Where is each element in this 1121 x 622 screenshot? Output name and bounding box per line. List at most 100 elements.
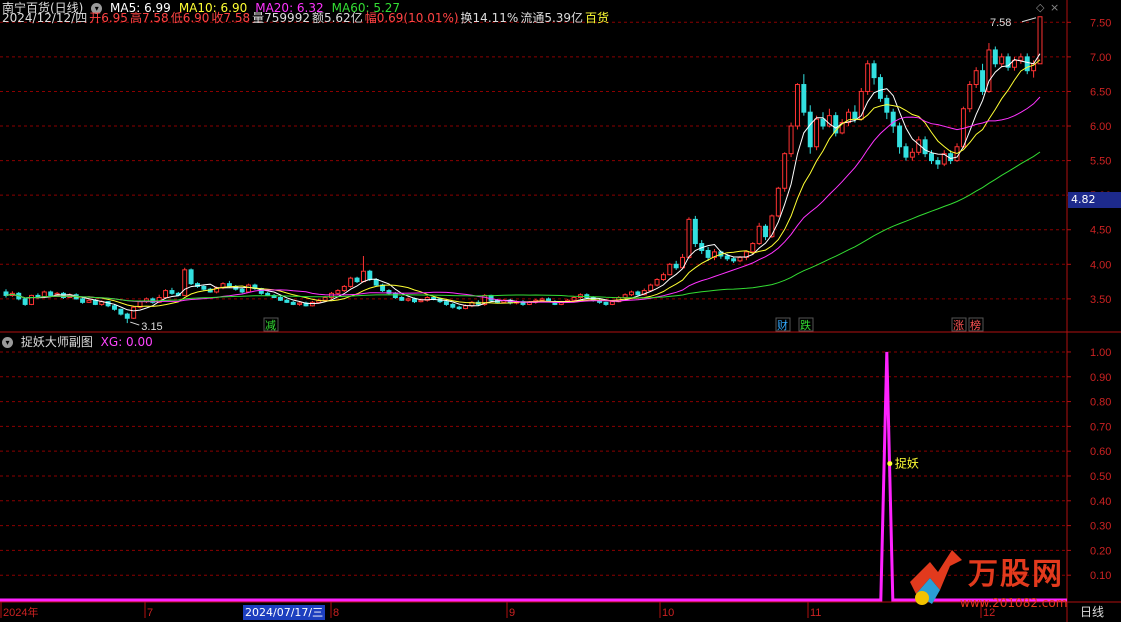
y-tick-label: 0.90 <box>1090 372 1111 384</box>
candle-down <box>22 298 28 305</box>
candlestick-series <box>3 16 1043 324</box>
candle-down <box>903 146 909 158</box>
candle-down <box>277 297 283 301</box>
candle-down <box>877 77 883 99</box>
candle-up <box>788 125 794 155</box>
candle-up <box>182 269 188 296</box>
candle-up <box>622 294 628 299</box>
quote-field: 高7.58 <box>129 11 169 25</box>
moving-average-lines <box>5 53 1041 312</box>
y-tick-label: 3.50 <box>1090 294 1111 306</box>
candle-down <box>367 270 373 281</box>
candle-down <box>169 290 175 294</box>
candle-up <box>341 285 347 292</box>
ma20-line <box>5 96 1041 304</box>
candle-down <box>290 301 296 305</box>
candle-down <box>239 288 245 293</box>
candle-up <box>418 299 424 303</box>
candle-down <box>226 283 232 287</box>
candle-up <box>405 298 411 301</box>
candle-up <box>360 270 366 283</box>
close-icon[interactable]: × <box>1050 1 1059 14</box>
candle-down <box>188 269 194 285</box>
dropdown-icon[interactable]: ▾ <box>2 337 13 348</box>
main-y-axis: 3.504.004.505.005.506.006.507.007.50 <box>1067 17 1111 306</box>
candle-up <box>29 294 35 305</box>
x-tick-label: 7 <box>147 607 153 619</box>
candle-down <box>265 292 271 296</box>
candle-down <box>922 139 928 155</box>
candle-down <box>354 277 360 283</box>
candle-down <box>897 125 903 148</box>
candle-up <box>1018 56 1024 61</box>
min-pointer <box>130 321 140 326</box>
candle-down <box>35 294 41 298</box>
quote-field: 换14.11% <box>460 11 519 25</box>
candle-down <box>112 305 117 310</box>
x-tick-label: 8 <box>333 607 339 619</box>
candle-up <box>246 284 252 293</box>
candle-up <box>814 118 820 148</box>
max-price-label: 7.58 <box>990 17 1011 29</box>
quote-field: 低6.90 <box>170 11 210 25</box>
ma5-line <box>5 53 1041 312</box>
candle-up <box>782 153 788 189</box>
candle-down <box>412 298 417 303</box>
candle-up <box>131 306 137 319</box>
candle-down <box>443 301 449 305</box>
candle-up <box>794 84 800 127</box>
candle-up <box>750 243 756 253</box>
y-tick-label: 4.50 <box>1090 225 1111 237</box>
event-marker-1: 财 <box>777 318 788 332</box>
candle-down <box>456 306 462 310</box>
x-tick-label: 2024年 <box>3 605 38 619</box>
y-tick-label: 7.00 <box>1090 52 1111 64</box>
candle-down <box>992 49 998 65</box>
candle-up <box>769 215 775 238</box>
candle-down <box>673 263 679 269</box>
sub-header: ▾ 捉妖大师副图 XG: 0.00 <box>2 335 157 349</box>
logo-url: www.201082.com <box>960 596 1068 610</box>
candle-down <box>284 299 290 303</box>
x-tick-label: 9 <box>509 607 515 619</box>
event-marker-3: 涨 <box>953 319 964 332</box>
event-marker-4: 榜 <box>970 318 981 332</box>
quote-field: 额5.62亿 <box>311 11 363 25</box>
y-tick-label: 6.50 <box>1090 86 1111 98</box>
min-price-label: 3.15 <box>141 321 162 333</box>
candle-up <box>999 56 1005 65</box>
candle-down <box>801 84 807 113</box>
y-tick-label: 1.00 <box>1090 347 1111 359</box>
y-tick-label: 0.40 <box>1090 496 1111 508</box>
candle-down <box>48 291 54 296</box>
indicator-name[interactable]: 捉妖大师副图 <box>21 335 93 349</box>
xg-value: XG: 0.00 <box>100 335 153 349</box>
y-tick-label: 0.70 <box>1090 421 1111 433</box>
y-tick-label: 5.50 <box>1090 156 1111 168</box>
candle-down <box>929 153 934 162</box>
candle-up <box>648 284 654 292</box>
ma10-line <box>5 59 1041 308</box>
candle-down <box>980 70 986 92</box>
event-markers: 7.58 3.15 减 财跌 涨榜 <box>130 17 1037 333</box>
panel-frames <box>0 0 1121 622</box>
logo-text: 万股网 <box>968 557 1064 592</box>
cursor-date-tag: 2024/07/17/三 <box>243 605 326 620</box>
candle-up <box>654 279 660 286</box>
candle-down <box>118 308 124 315</box>
candle-up <box>629 291 634 296</box>
candle-up <box>348 277 354 287</box>
candle-down <box>399 297 405 301</box>
candle-down <box>1024 56 1030 72</box>
x-tick-label: 11 <box>810 607 821 619</box>
candle-down <box>852 111 858 120</box>
diamond-icon[interactable]: ◇ <box>1036 1 1044 14</box>
x-tick-label: 10 <box>662 607 674 619</box>
candle-up <box>163 290 169 299</box>
quote-field: 流通5.39亿 <box>520 11 584 25</box>
quote-field: 量759992 <box>252 11 310 25</box>
event-marker-0: 减 <box>265 319 276 332</box>
candle-down <box>935 160 941 165</box>
candle-down <box>820 118 826 127</box>
y-tick-label: 4.00 <box>1090 259 1111 271</box>
